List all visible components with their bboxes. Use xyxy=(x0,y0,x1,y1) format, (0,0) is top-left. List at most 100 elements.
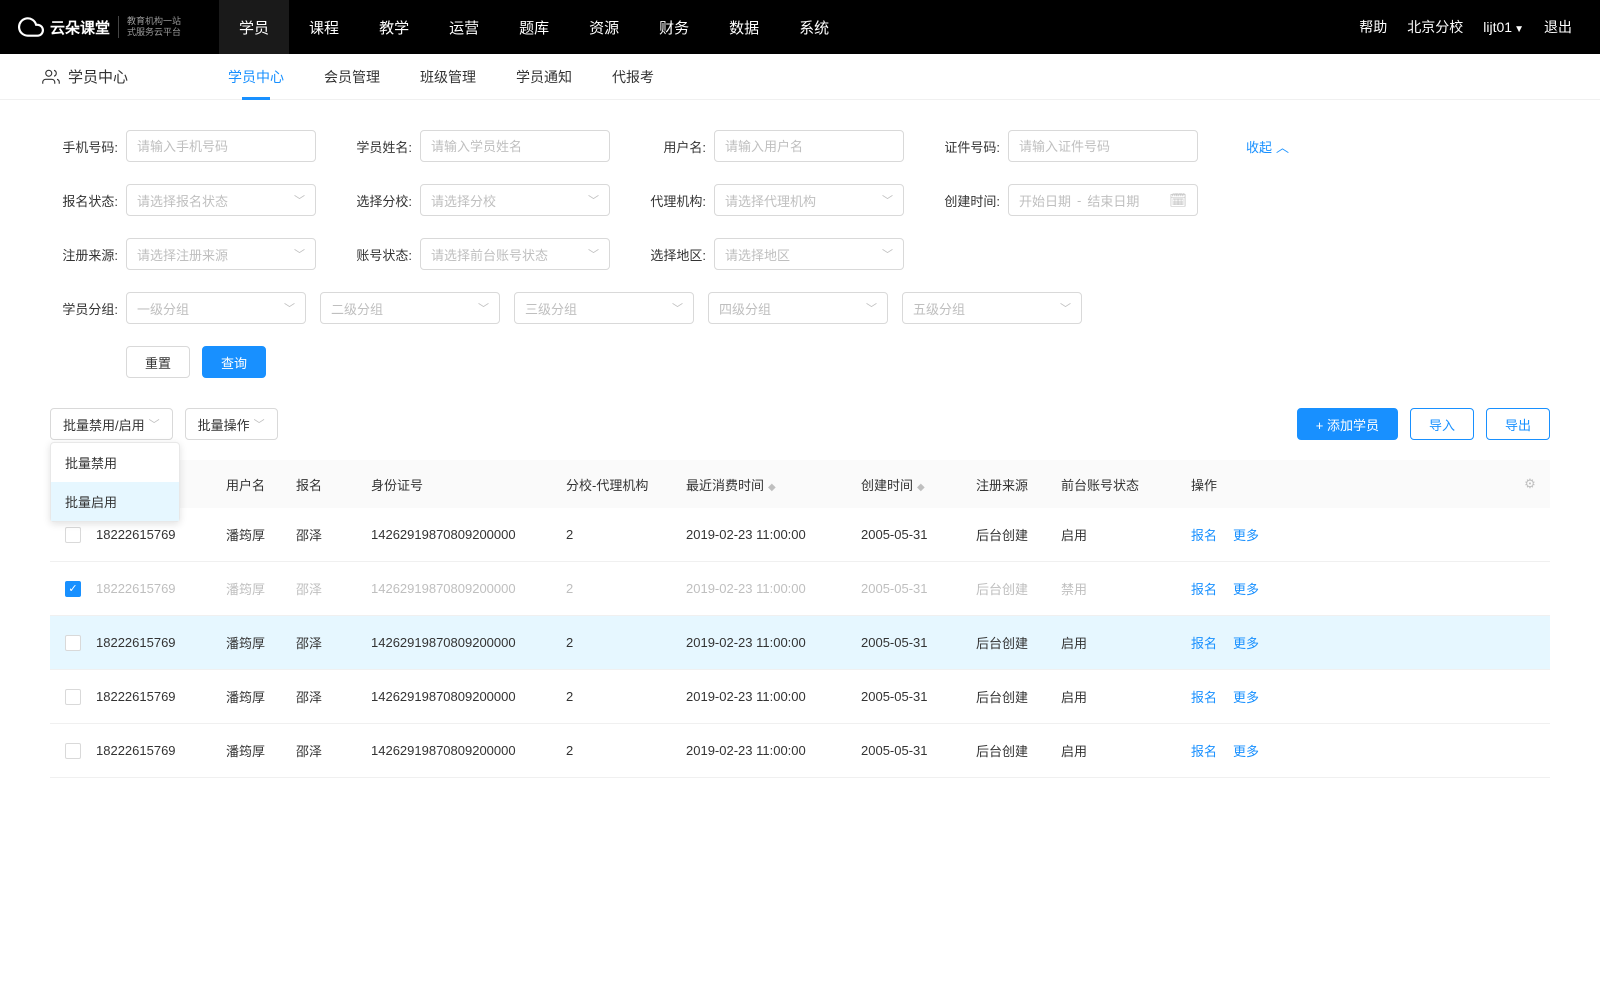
top-nav-item-3[interactable]: 运营 xyxy=(429,0,499,54)
filter-phone: 手机号码: xyxy=(50,130,316,162)
chevron-down-icon: ﹀ xyxy=(1060,300,1071,316)
table-header: 用户名 报名 身份证号 分校-代理机构 最近消费时间◆ 创建时间◆ 注册来源 前… xyxy=(50,460,1550,508)
username-input[interactable] xyxy=(714,130,904,162)
cell-status: 启用 xyxy=(1061,687,1191,706)
logout-link[interactable]: 退出 xyxy=(1544,17,1572,37)
cell-reg: 邵泽 xyxy=(296,579,371,598)
sub-nav-item-3[interactable]: 学员通知 xyxy=(516,54,572,99)
action-more[interactable]: 更多 xyxy=(1233,741,1259,760)
action-register[interactable]: 报名 xyxy=(1191,687,1217,706)
users-icon xyxy=(42,68,60,86)
dropdown-disable[interactable]: 批量禁用 xyxy=(51,443,179,482)
regstatus-select[interactable]: 请选择报名状态﹀ xyxy=(126,184,316,216)
table-row: 18222615769潘筠厚邵泽142629198708092000002201… xyxy=(50,724,1550,778)
row-checkbox[interactable] xyxy=(65,743,81,759)
filter-createtime: 创建时间: 开始日期 - 结束日期 🗓 xyxy=(932,184,1198,216)
cell-branch: 2 xyxy=(566,581,686,596)
row-checkbox[interactable] xyxy=(65,581,81,597)
cell-user: 潘筠厚 xyxy=(226,633,296,652)
region-select[interactable]: 请选择地区﹀ xyxy=(714,238,904,270)
top-nav-item-7[interactable]: 数据 xyxy=(709,0,779,54)
query-button[interactable]: 查询 xyxy=(202,346,266,378)
action-more[interactable]: 更多 xyxy=(1233,579,1259,598)
branch-select[interactable]: 请选择分校﹀ xyxy=(420,184,610,216)
action-more[interactable]: 更多 xyxy=(1233,525,1259,544)
cell-consume: 2019-02-23 11:00:00 xyxy=(686,527,861,542)
action-more[interactable]: 更多 xyxy=(1233,687,1259,706)
sort-icon: ◆ xyxy=(917,482,925,493)
group-select-1[interactable]: 一级分组﹀ xyxy=(126,292,306,324)
top-nav-item-4[interactable]: 题库 xyxy=(499,0,569,54)
phone-input[interactable] xyxy=(126,130,316,162)
top-nav-item-6[interactable]: 财务 xyxy=(639,0,709,54)
sub-nav-item-1[interactable]: 会员管理 xyxy=(324,54,380,99)
top-nav-item-0[interactable]: 学员 xyxy=(219,0,289,54)
chevron-down-icon: ﹀ xyxy=(294,246,305,262)
cell-user: 潘筠厚 xyxy=(226,741,296,760)
user-menu[interactable]: lijt01▼ xyxy=(1483,19,1524,35)
filter-group: 学员分组: 一级分组﹀二级分组﹀三级分组﹀四级分组﹀五级分组﹀ xyxy=(50,292,1082,324)
group-select-3[interactable]: 三级分组﹀ xyxy=(514,292,694,324)
top-nav-item-1[interactable]: 课程 xyxy=(289,0,359,54)
export-button[interactable]: 导出 xyxy=(1486,408,1550,440)
action-register[interactable]: 报名 xyxy=(1191,525,1217,544)
cell-create: 2005-05-31 xyxy=(861,581,976,596)
top-nav-item-2[interactable]: 教学 xyxy=(359,0,429,54)
row-checkbox[interactable] xyxy=(65,635,81,651)
cell-create: 2005-05-31 xyxy=(861,635,976,650)
action-register[interactable]: 报名 xyxy=(1191,741,1217,760)
sub-nav: 学员中心 学员中心会员管理班级管理学员通知代报考 xyxy=(0,54,1600,100)
cell-user: 潘筠厚 xyxy=(226,579,296,598)
sort-create[interactable]: 创建时间◆ xyxy=(861,475,976,494)
group-select-5[interactable]: 五级分组﹀ xyxy=(902,292,1082,324)
sub-nav-item-4[interactable]: 代报考 xyxy=(612,54,654,99)
sub-nav-items: 学员中心会员管理班级管理学员通知代报考 xyxy=(228,54,654,99)
sub-nav-item-2[interactable]: 班级管理 xyxy=(420,54,476,99)
group-select-2[interactable]: 二级分组﹀ xyxy=(320,292,500,324)
name-input[interactable] xyxy=(420,130,610,162)
filter-idno: 证件号码: xyxy=(932,130,1198,162)
group-select-4[interactable]: 四级分组﹀ xyxy=(708,292,888,324)
cell-user: 潘筠厚 xyxy=(226,687,296,706)
top-nav-item-8[interactable]: 系统 xyxy=(779,0,849,54)
agent-select[interactable]: 请选择代理机构﹀ xyxy=(714,184,904,216)
action-register[interactable]: 报名 xyxy=(1191,633,1217,652)
action-more[interactable]: 更多 xyxy=(1233,633,1259,652)
gear-icon[interactable]: ⚙ xyxy=(1510,476,1550,492)
table-row: 18222615769潘筠厚邵泽142629198708092000002201… xyxy=(50,508,1550,562)
accstatus-select[interactable]: 请选择前台账号状态﹀ xyxy=(420,238,610,270)
top-nav-item-5[interactable]: 资源 xyxy=(569,0,639,54)
cell-source: 后台创建 xyxy=(976,741,1061,760)
createtime-picker[interactable]: 开始日期 - 结束日期 🗓 xyxy=(1008,184,1198,216)
reset-button[interactable]: 重置 xyxy=(126,346,190,378)
cell-phone: 18222615769 xyxy=(96,527,226,542)
dropdown-enable[interactable]: 批量启用 xyxy=(51,482,179,521)
help-link[interactable]: 帮助 xyxy=(1359,17,1387,37)
sort-consume[interactable]: 最近消费时间◆ xyxy=(686,475,861,494)
idno-input[interactable] xyxy=(1008,130,1198,162)
chevron-down-icon: ﹀ xyxy=(882,192,893,208)
action-bar: 批量禁用/启用﹀ 批量操作﹀ + 添加学员 导入 导出 批量禁用 批量启用 xyxy=(0,388,1600,460)
cell-idno: 14262919870809200000 xyxy=(371,527,566,542)
table-row: 18222615769潘筠厚邵泽142629198708092000002201… xyxy=(50,562,1550,616)
collapse-toggle[interactable]: 收起︿ xyxy=(1246,130,1289,162)
chevron-down-icon: ﹀ xyxy=(149,416,160,432)
cell-status: 禁用 xyxy=(1061,579,1191,598)
batch-op-button[interactable]: 批量操作﹀ xyxy=(185,408,278,440)
student-table: 用户名 报名 身份证号 分校-代理机构 最近消费时间◆ 创建时间◆ 注册来源 前… xyxy=(0,460,1600,778)
import-button[interactable]: 导入 xyxy=(1410,408,1474,440)
add-student-button[interactable]: + 添加学员 xyxy=(1297,408,1398,440)
row-checkbox[interactable] xyxy=(65,689,81,705)
source-select[interactable]: 请选择注册来源﹀ xyxy=(126,238,316,270)
batch-toggle-button[interactable]: 批量禁用/启用﹀ xyxy=(50,408,173,440)
row-checkbox[interactable] xyxy=(65,527,81,543)
cell-source: 后台创建 xyxy=(976,687,1061,706)
filter-area: 手机号码: 学员姓名: 用户名: 证件号码: 收起︿ 报名状态: 请选择报名状态… xyxy=(0,100,1600,388)
action-register[interactable]: 报名 xyxy=(1191,579,1217,598)
cell-consume: 2019-02-23 11:00:00 xyxy=(686,689,861,704)
cell-branch: 2 xyxy=(566,689,686,704)
sub-nav-item-0[interactable]: 学员中心 xyxy=(228,54,284,99)
branch-link[interactable]: 北京分校 xyxy=(1407,17,1463,37)
cell-status: 启用 xyxy=(1061,741,1191,760)
filter-name: 学员姓名: xyxy=(344,130,610,162)
